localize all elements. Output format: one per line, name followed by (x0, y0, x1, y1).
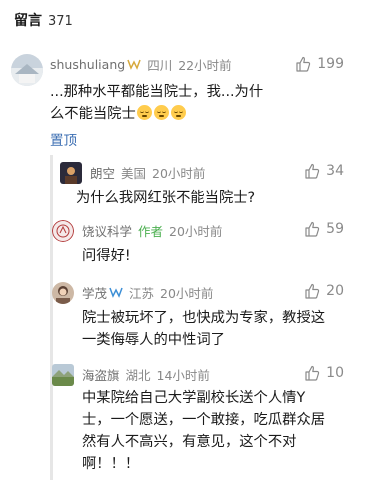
commenter-name[interactable]: 朗空 (90, 163, 115, 182)
comment-text: ...那种水平都能当院士，我...为什 么不能当院士 (50, 81, 350, 125)
comment-time: 20小时前 (169, 223, 223, 239)
comment-meta: shushuliang 四川 22小时前 (50, 56, 232, 73)
comment-item: shushuliang 四川 22小时前 199 ...那种水平都能当院士，我.… (0, 50, 366, 150)
comment-text-line: 中某院给自己大学副校长送个人情Y (82, 390, 306, 406)
vip-badge-icon (109, 286, 123, 298)
commenter-name[interactable]: 学茂 (82, 283, 107, 302)
comment-text: 中某院给自己大学副校长送个人情Y 士，一个愿送，一个敢接，吃瓜群众居 然有人不高… (82, 387, 347, 475)
commenter-name[interactable]: shushuliang (50, 57, 125, 72)
smiling-face-icon (170, 105, 186, 120)
like-count: 10 (326, 365, 344, 381)
author-tag: 作者 (138, 223, 164, 239)
comment-text-line: ...那种水平都能当院士，我...为什 (50, 84, 264, 100)
commenter-location: 湖北 (125, 367, 151, 383)
comment-text-line: 士，一个愿送，一个敢接，吃瓜群众居 (82, 412, 326, 428)
avatar[interactable] (60, 162, 82, 184)
smiling-face-icon (153, 105, 169, 120)
commenter-name[interactable]: 饶议科学 (82, 221, 132, 240)
like-button[interactable]: 20 (304, 283, 344, 299)
like-button[interactable]: 59 (304, 221, 344, 237)
commenter-location: 美国 (121, 165, 147, 181)
comment-time: 20小时前 (152, 165, 206, 181)
comment-meta: 饶议科学 作者 20小时前 (82, 221, 223, 240)
avatar[interactable] (52, 220, 74, 242)
comment-text-line: 为什么我网红张不能当院士? (76, 190, 256, 206)
comment-item: 饶议科学 作者 20小时前 59 问得好! (0, 218, 366, 268)
like-count: 199 (317, 56, 344, 72)
like-button[interactable]: 10 (304, 365, 344, 381)
comment-time: 20小时前 (160, 285, 214, 301)
comment-time: 22小时前 (178, 57, 232, 73)
commenter-name[interactable]: 海盗旗 (82, 365, 120, 384)
comment-item: 海盗旗 湖北 14小时前 10 中某院给自己大学副校长送个人情Y 士，一个愿送，… (0, 362, 366, 482)
avatar[interactable] (11, 54, 43, 86)
comment-text-line: 一类侮辱人的中性词了 (82, 332, 225, 348)
comment-text-line: 问得好! (82, 248, 131, 264)
commenter-location: 四川 (147, 57, 173, 73)
pin-link[interactable]: 置顶 (50, 129, 77, 149)
thumbs-up-icon (305, 283, 320, 299)
comment-meta: 学茂 江苏 20小时前 (82, 283, 214, 302)
comment-text: 院士被玩坏了，也快成为专家，教授这 一类侮辱人的中性词了 (82, 307, 347, 351)
like-count: 59 (326, 221, 344, 237)
comment-text-line: 啊！！！ (82, 456, 140, 472)
comment-text: 问得好! (82, 245, 342, 267)
comment-item: 学茂 江苏 20小时前 20 院士被玩坏了，也快成为专家，教授这 一类侮辱人的中… (0, 280, 366, 350)
comment-text-line: 然有人不高兴，有意见，这个不对 (82, 434, 297, 450)
comments-header: 留言 371 (14, 10, 73, 34)
commenter-location: 江苏 (129, 285, 155, 301)
comment-text-line: 院士被玩坏了，也快成为专家，教授这 (82, 310, 326, 326)
comment-item: 朗空 美国 20小时前 34 为什么我网红张不能当院士? (0, 160, 366, 218)
thumbs-up-icon (305, 365, 320, 381)
comment-text: 为什么我网红张不能当院士? (76, 187, 346, 209)
comments-count: 371 (48, 14, 73, 29)
comment-meta: 朗空 美国 20小时前 (90, 163, 206, 182)
like-count: 34 (326, 163, 344, 179)
like-button[interactable]: 34 (304, 163, 344, 179)
comment-meta: 海盗旗 湖北 14小时前 (82, 365, 210, 384)
comment-text-line: 么不能当院士 (50, 106, 136, 122)
comment-time: 14小时前 (156, 367, 210, 383)
smiling-face-icon (136, 105, 152, 120)
like-count: 20 (326, 283, 344, 299)
thumbs-up-icon (305, 163, 320, 179)
vip-badge-icon (127, 58, 141, 70)
thumbs-up-icon (296, 56, 311, 72)
thumbs-up-icon (305, 221, 320, 237)
comments-title: 留言 (14, 13, 42, 29)
like-button[interactable]: 199 (295, 56, 344, 72)
avatar[interactable] (52, 282, 74, 304)
avatar[interactable] (52, 364, 74, 386)
